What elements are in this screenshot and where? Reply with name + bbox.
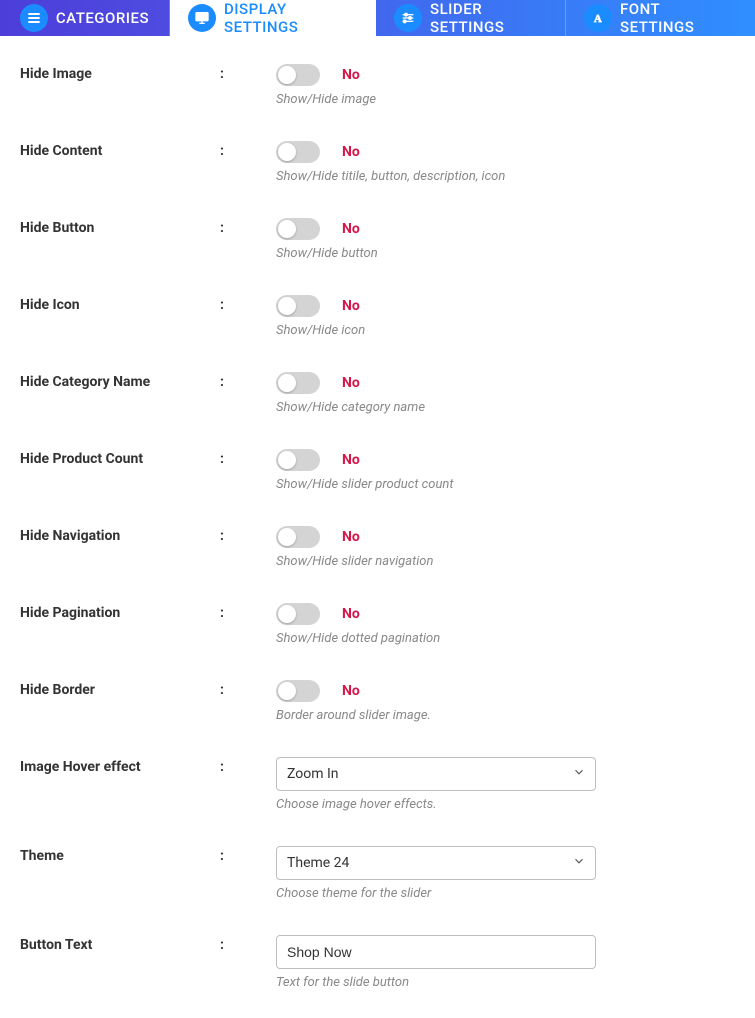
hide-content-toggle[interactable] (276, 141, 320, 163)
toggle-state: No (342, 298, 360, 314)
hide-pagination-toggle[interactable] (276, 603, 320, 625)
field-label: Hide Content (20, 141, 220, 159)
tabs-bar: CATEGORIES DISPLAY SETTINGS SLIDER SETTI… (0, 0, 755, 36)
field-label: Hide Icon (20, 295, 220, 313)
row-hide-border: Hide Border : No Border around slider im… (20, 680, 735, 723)
settings-panel: Hide Image : No Show/Hide image Hide Con… (0, 36, 755, 1018)
separator: : (220, 64, 252, 82)
hover-effect-select[interactable]: Zoom In (276, 757, 596, 791)
hide-border-toggle[interactable] (276, 680, 320, 702)
separator: : (220, 526, 252, 544)
separator: : (220, 372, 252, 390)
toggle-state: No (342, 221, 360, 237)
button-text-input[interactable] (276, 935, 596, 969)
field-label: Hide Category Name (20, 372, 220, 390)
separator: : (220, 846, 252, 864)
row-hide-navigation: Hide Navigation : No Show/Hide slider na… (20, 526, 735, 569)
row-hide-content: Hide Content : No Show/Hide titile, butt… (20, 141, 735, 184)
toggle-state: No (342, 683, 360, 699)
list-icon (20, 4, 48, 32)
toggle-state: No (342, 375, 360, 391)
field-hint: Border around slider image. (276, 708, 735, 723)
field-label: Image Hover effect (20, 757, 220, 775)
field-hint: Text for the slide button (276, 975, 735, 990)
field-hint: Show/Hide slider navigation (276, 554, 735, 569)
field-hint: Show/Hide button (276, 246, 735, 261)
tab-label: DISPLAY SETTINGS (224, 0, 357, 36)
font-icon: A (584, 4, 612, 32)
hide-navigation-toggle[interactable] (276, 526, 320, 548)
separator: : (220, 603, 252, 621)
select-value: Theme 24 (287, 855, 349, 871)
tab-slider-settings[interactable]: SLIDER SETTINGS (376, 0, 566, 36)
hide-category-toggle[interactable] (276, 372, 320, 394)
field-hint: Show/Hide titile, button, description, i… (276, 169, 735, 184)
field-hint: Show/Hide slider product count (276, 477, 735, 492)
row-hide-icon: Hide Icon : No Show/Hide icon (20, 295, 735, 338)
field-label: Button Text (20, 935, 220, 953)
separator: : (220, 935, 252, 953)
field-hint: Show/Hide image (276, 92, 735, 107)
svg-text:A: A (594, 14, 602, 25)
tab-label: CATEGORIES (56, 9, 149, 27)
tab-categories[interactable]: CATEGORIES (0, 0, 170, 36)
tab-display-settings[interactable]: DISPLAY SETTINGS (170, 0, 376, 36)
field-hint: Show/Hide category name (276, 400, 735, 415)
hide-button-toggle[interactable] (276, 218, 320, 240)
monitor-icon (188, 4, 216, 32)
select-value: Zoom In (287, 766, 339, 782)
field-label: Theme (20, 846, 220, 864)
toggle-state: No (342, 529, 360, 545)
toggle-state: No (342, 67, 360, 83)
row-hover-effect: Image Hover effect : Zoom In Choose imag… (20, 757, 735, 812)
hide-image-toggle[interactable] (276, 64, 320, 86)
tab-label: SLIDER SETTINGS (430, 0, 547, 36)
tab-label: FONT SETTINGS (620, 0, 737, 36)
field-hint: Choose theme for the slider (276, 886, 735, 901)
field-hint: Choose image hover effects. (276, 797, 735, 812)
field-label: Hide Image (20, 64, 220, 82)
hide-icon-toggle[interactable] (276, 295, 320, 317)
field-label: Hide Pagination (20, 603, 220, 621)
row-hide-pagination: Hide Pagination : No Show/Hide dotted pa… (20, 603, 735, 646)
row-hide-product-count: Hide Product Count : No Show/Hide slider… (20, 449, 735, 492)
row-hide-button: Hide Button : No Show/Hide button (20, 218, 735, 261)
toggle-state: No (342, 144, 360, 160)
toggle-state: No (342, 606, 360, 622)
separator: : (220, 757, 252, 775)
row-hide-category: Hide Category Name : No Show/Hide catego… (20, 372, 735, 415)
field-label: Hide Button (20, 218, 220, 236)
row-theme: Theme : Theme 24 Choose theme for the sl… (20, 846, 735, 901)
row-button-text: Button Text : Text for the slide button (20, 935, 735, 990)
hide-product-count-toggle[interactable] (276, 449, 320, 471)
separator: : (220, 449, 252, 467)
field-label: Hide Product Count (20, 449, 220, 467)
toggle-state: No (342, 452, 360, 468)
separator: : (220, 680, 252, 698)
field-label: Hide Navigation (20, 526, 220, 544)
field-label: Hide Border (20, 680, 220, 698)
theme-select[interactable]: Theme 24 (276, 846, 596, 880)
field-hint: Show/Hide icon (276, 323, 735, 338)
row-hide-image: Hide Image : No Show/Hide image (20, 64, 735, 107)
separator: : (220, 141, 252, 159)
separator: : (220, 218, 252, 236)
tab-font-settings[interactable]: A FONT SETTINGS (566, 0, 755, 36)
separator: : (220, 295, 252, 313)
field-hint: Show/Hide dotted pagination (276, 631, 735, 646)
sliders-icon (394, 4, 422, 32)
